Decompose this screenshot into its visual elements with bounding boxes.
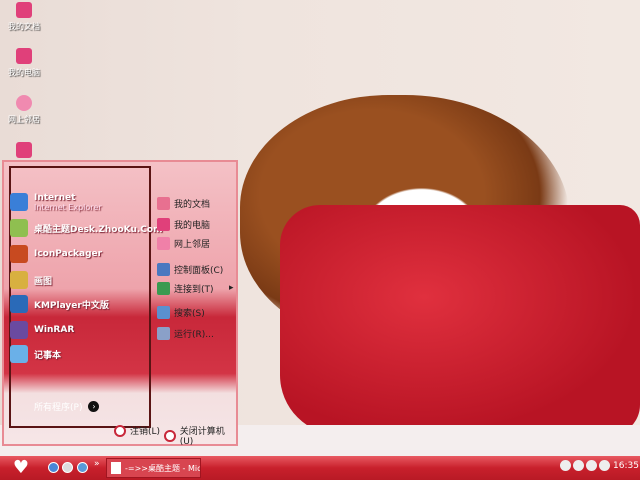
volume-icon[interactable] [573, 460, 584, 471]
place-icon [157, 217, 170, 231]
pinned-item-text: WinRAR [34, 325, 74, 335]
place-icon [157, 262, 170, 276]
pinned-item-label: KMPlayer中文版 [34, 300, 109, 311]
show-desktop-icon[interactable] [77, 462, 88, 473]
pinned-item[interactable]: IconPackager [10, 244, 102, 264]
program-icon [10, 193, 28, 211]
network-tray-icon[interactable] [586, 460, 597, 471]
desktop-icon-my-computer[interactable]: 我的电脑 [4, 48, 44, 78]
start-menu: Internet Internet Explorer 桌酷主题Desk.ZhooKu… [2, 160, 238, 447]
logoff-icon [114, 424, 126, 437]
program-icon [10, 345, 28, 363]
pinned-item-label: 画图 [34, 276, 53, 287]
pinned-item[interactable]: Internet Internet Explorer [10, 192, 102, 212]
place-item-label: 运行(R)... [174, 329, 214, 340]
pinned-item[interactable]: KMPlayer中文版 [10, 294, 109, 314]
place-item-label: 控制面板(C) [174, 265, 224, 276]
pinned-item-label: 记事本 [34, 350, 62, 361]
all-programs-button[interactable]: 所有程序(P) › [34, 400, 100, 413]
place-icon [157, 305, 170, 319]
ie-icon[interactable] [48, 462, 59, 473]
pinned-item[interactable]: 记事本 [10, 344, 61, 364]
place-icon [157, 236, 170, 250]
taskbar: ♥ » -=>>桌酷主题 - Mic... 16:35 [0, 456, 640, 480]
pinned-item-label: Internet [34, 192, 76, 203]
pinned-item-label: IconPackager [34, 249, 103, 259]
tray-arrow-icon[interactable] [560, 460, 571, 471]
submenu-arrow-icon: ▸ [229, 283, 234, 293]
pinned-item-text: 记事本 [34, 348, 61, 361]
place-icon [157, 196, 170, 210]
pinned-item[interactable]: WinRAR [10, 320, 74, 340]
tray-app-icon[interactable] [599, 460, 610, 471]
place-item[interactable]: 连接到(T) ▸ [157, 280, 234, 296]
pinned-item-text: IconPackager [34, 249, 102, 259]
place-item-label: 我的电脑 [174, 220, 211, 231]
place-item-label: 我的文档 [174, 199, 211, 210]
place-item-label: 连接到(T) [174, 284, 214, 295]
clock[interactable]: 16:35 [613, 461, 639, 471]
place-item-label: 搜索(S) [174, 308, 205, 319]
pinned-item-label: 桌酷主题Desk.ZhooKu.Com [34, 224, 163, 235]
arrow-right-icon: › [88, 401, 100, 412]
recycle-bin-icon [16, 142, 32, 158]
program-icon [10, 321, 28, 339]
place-item[interactable]: 我的电脑 [157, 216, 210, 232]
network-icon [16, 95, 32, 111]
computer-icon [16, 48, 32, 64]
pinned-item-sublabel: Internet Explorer [34, 202, 102, 212]
place-item[interactable]: 网上邻居 [157, 235, 210, 251]
pinned-item-text: KMPlayer中文版 [34, 298, 109, 311]
pinned-item-text: Internet Internet Explorer [34, 193, 102, 212]
place-icon [157, 326, 170, 340]
logoff-button[interactable]: 注销(L) [114, 424, 160, 437]
program-icon [10, 295, 28, 313]
desktop-icon-network[interactable]: 网上邻居 [4, 95, 44, 125]
place-item[interactable]: 运行(R)... [157, 325, 214, 341]
quicklaunch-more[interactable]: » [94, 459, 100, 469]
pinned-item[interactable]: 桌酷主题Desk.ZhooKu.Com [10, 218, 162, 238]
program-icon [10, 245, 28, 263]
shutdown-button[interactable]: 关闭计算机(U) [164, 424, 236, 447]
pinned-item-text: 画图 [34, 274, 52, 287]
program-icon [10, 219, 28, 237]
power-icon [164, 429, 176, 442]
pinned-item-text: 桌酷主题Desk.ZhooKu.Com [34, 222, 162, 235]
documents-icon [16, 2, 32, 18]
place-icon [157, 281, 170, 295]
taskbar-task-button[interactable]: -=>>桌酷主题 - Mic... [106, 458, 201, 478]
pinned-item[interactable]: 画图 [10, 270, 52, 290]
pinned-item-label: WinRAR [34, 325, 75, 335]
place-item[interactable]: 搜索(S) [157, 304, 205, 320]
desktop-icon-my-documents[interactable]: 我的文档 [4, 2, 44, 32]
system-tray [560, 460, 610, 471]
document-icon [111, 462, 121, 474]
place-item-label: 网上邻居 [174, 239, 211, 250]
place-item[interactable]: 控制面板(C) [157, 261, 223, 277]
wallpaper-pillow [280, 205, 640, 435]
start-button[interactable]: ♥ [8, 458, 34, 478]
media-player-icon[interactable] [62, 462, 73, 473]
desktop-icon-recycle[interactable] [4, 142, 44, 161]
place-item[interactable]: 我的文档 [157, 195, 210, 211]
program-icon [10, 271, 28, 289]
